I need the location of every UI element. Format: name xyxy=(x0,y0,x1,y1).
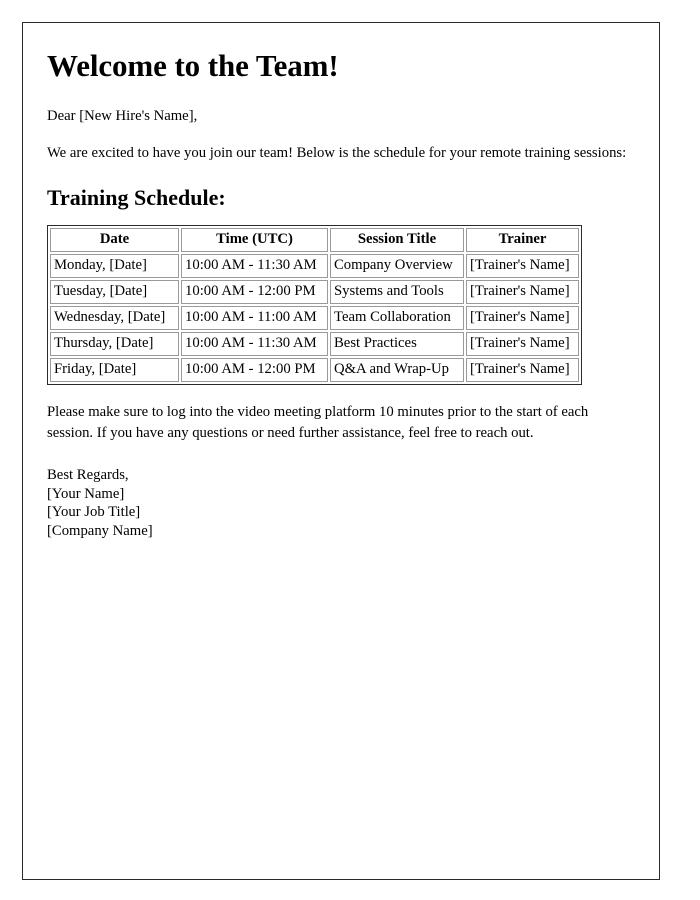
table-header-row: Date Time (UTC) Session Title Trainer xyxy=(50,227,579,252)
signature-sign-off: Best Regards, xyxy=(47,467,129,484)
cell-trainer: [Trainer's Name] xyxy=(466,358,579,383)
cell-session: Company Overview xyxy=(330,253,464,278)
cell-time: 10:00 AM - 11:00 AM xyxy=(181,306,328,331)
document-page: Welcome to the Team! Dear [New Hire's Na… xyxy=(22,22,660,880)
cell-session: Team Collaboration xyxy=(330,306,464,331)
intro-paragraph: We are excited to have you join our team… xyxy=(47,144,627,161)
cell-date: Wednesday, [Date] xyxy=(50,306,179,331)
salutation-line: Dear [New Hire's Name], xyxy=(47,107,198,124)
table-row: Monday, [Date] 10:00 AM - 11:30 AM Compa… xyxy=(50,253,579,278)
training-schedule-heading: Training Schedule: xyxy=(47,185,226,211)
page-title: Welcome to the Team! xyxy=(47,48,339,83)
cell-trainer: [Trainer's Name] xyxy=(466,332,579,357)
cell-time: 10:00 AM - 12:00 PM xyxy=(181,279,328,305)
cell-session: Q&A and Wrap-Up xyxy=(330,358,464,383)
cell-trainer: [Trainer's Name] xyxy=(466,253,579,278)
closing-paragraph: Please make sure to log into the video m… xyxy=(47,404,589,442)
signature-company: [Company Name] xyxy=(47,522,153,539)
cell-time: 10:00 AM - 12:00 PM xyxy=(181,358,328,383)
table-row: Tuesday, [Date] 10:00 AM - 12:00 PM Syst… xyxy=(50,279,579,305)
cell-trainer: [Trainer's Name] xyxy=(466,279,579,305)
cell-session: Systems and Tools xyxy=(330,279,464,305)
column-header-date: Date xyxy=(50,227,179,252)
column-header-trainer: Trainer xyxy=(466,227,579,252)
column-header-time: Time (UTC) xyxy=(181,227,328,252)
signature-block: Best Regards, [Your Name] [Your Job Titl… xyxy=(47,466,635,540)
signature-name: [Your Name] xyxy=(47,485,125,502)
column-header-session: Session Title xyxy=(330,227,464,252)
cell-date: Monday, [Date] xyxy=(50,253,179,278)
cell-date: Friday, [Date] xyxy=(50,358,179,383)
cell-date: Thursday, [Date] xyxy=(50,332,179,357)
cell-time: 10:00 AM - 11:30 AM xyxy=(181,332,328,357)
cell-date: Tuesday, [Date] xyxy=(50,279,179,305)
table-row: Friday, [Date] 10:00 AM - 12:00 PM Q&A a… xyxy=(50,358,579,383)
table-row: Wednesday, [Date] 10:00 AM - 11:00 AM Te… xyxy=(50,306,579,331)
training-schedule-table: Date Time (UTC) Session Title Trainer Mo… xyxy=(47,224,582,386)
table-row: Thursday, [Date] 10:00 AM - 11:30 AM Bes… xyxy=(50,332,579,357)
cell-trainer: [Trainer's Name] xyxy=(466,306,579,331)
signature-job-title: [Your Job Title] xyxy=(47,504,141,521)
cell-session: Best Practices xyxy=(330,332,464,357)
document-body: Welcome to the Team! Dear [New Hire's Na… xyxy=(23,23,659,541)
cell-time: 10:00 AM - 11:30 AM xyxy=(181,253,328,278)
